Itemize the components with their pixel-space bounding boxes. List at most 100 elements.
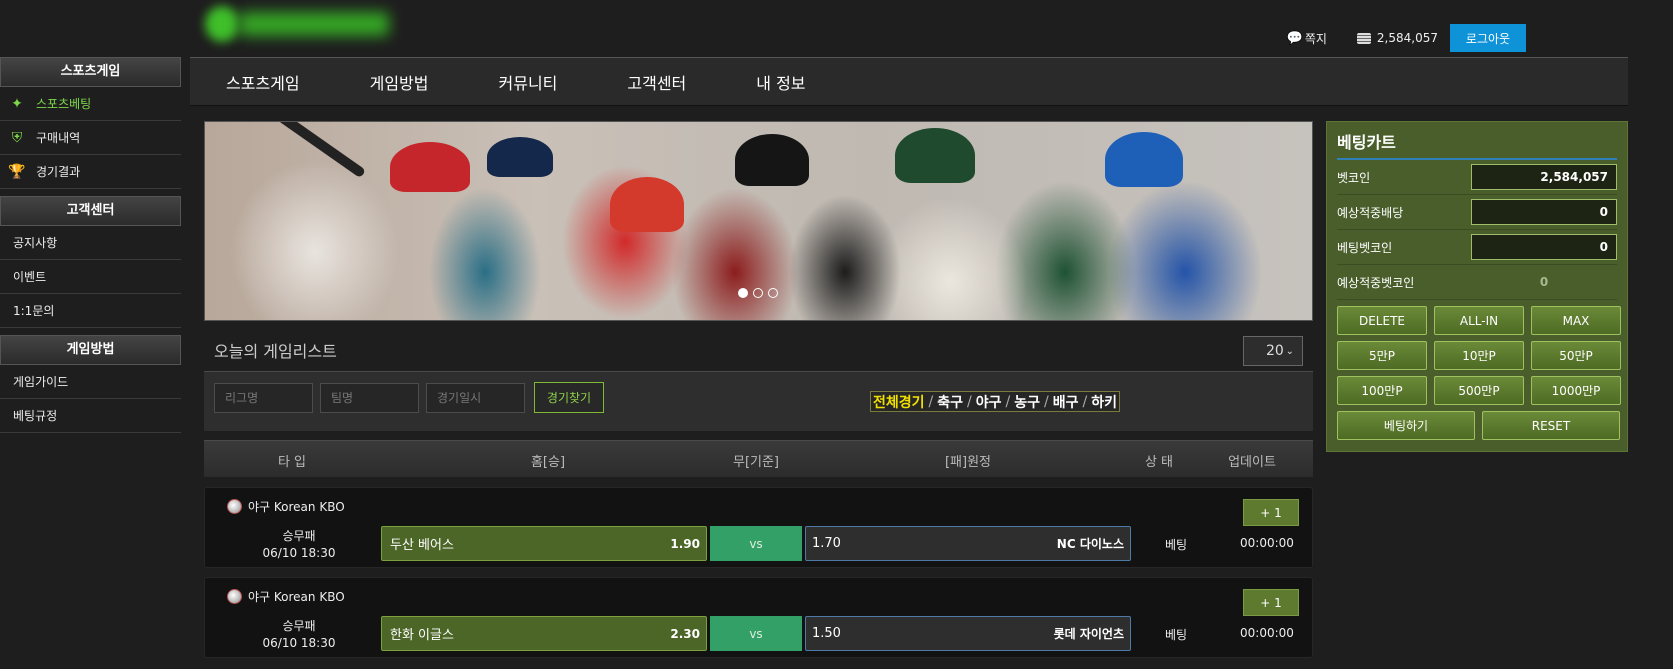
sidebar-item-label: 스포츠베팅 (36, 97, 92, 111)
cap-shape (487, 137, 553, 177)
message-icon: 💬 (1286, 30, 1303, 46)
column-update: 업데이트 (1228, 455, 1276, 470)
helmet-shape (610, 177, 684, 232)
cart-title: 베팅카트 (1337, 122, 1617, 160)
delete-button[interactable]: DELETE (1337, 306, 1427, 335)
category-filter: 전체경기 / 축구 / 야구 / 농구 / 배구 / 하키 (870, 391, 1120, 412)
search-button[interactable]: 경기찾기 (534, 382, 604, 413)
draw-button[interactable]: vs (710, 616, 802, 651)
more-markets-button[interactable]: + 1 (1243, 499, 1299, 526)
all-in-button[interactable]: ALL-IN (1434, 306, 1524, 335)
page-size-select[interactable]: 20 ⌄ (1243, 336, 1303, 366)
reset-button[interactable]: RESET (1482, 411, 1620, 440)
sidebar-item-event[interactable]: 이벤트 (0, 260, 181, 294)
away-odds: 1.50 (812, 626, 841, 641)
sidebar-item-sports-betting[interactable]: ✦ 스포츠베팅 (0, 87, 181, 121)
category-hockey[interactable]: 하키 (1091, 392, 1117, 412)
cart-expected-win-value: 0 (1539, 275, 1549, 289)
sidebar-item-rules[interactable]: 베팅규정 (0, 399, 181, 433)
cart-row-expected-win: 예상적중벳코인 0 (1337, 265, 1617, 300)
home-odds: 1.90 (670, 536, 700, 551)
cart-bet-amount-input[interactable]: 0 (1471, 234, 1617, 260)
category-baseball[interactable]: 야구 (976, 392, 1002, 412)
nav-community[interactable]: 커뮤니티 (464, 70, 593, 94)
match-league: 야구 Korean KBO (227, 498, 345, 515)
sidebar-item-notice[interactable]: 공지사항 (0, 226, 181, 260)
column-draw: 무[기준] (732, 455, 780, 470)
match-update: 00:00:00 (1240, 536, 1294, 550)
home-odds: 2.30 (670, 626, 700, 641)
league-label: 야구 Korean KBO (248, 500, 345, 514)
sidebar-item-guide[interactable]: 게임가이드 (0, 365, 181, 399)
sidebar-item-purchase-history[interactable]: ⛨ 구매내역 (0, 121, 181, 155)
trophy-icon: 🏆 (8, 163, 26, 180)
cart-label: 베팅벳코인 (1337, 240, 1393, 255)
match-row: 야구 Korean KBO + 1 승무패 06/10 18:30 한화 이글스… (204, 577, 1313, 658)
nav-game-guide[interactable]: 게임방법 (335, 70, 464, 94)
away-odds-button[interactable]: 1.50 롯데 자이언츠 (805, 616, 1131, 651)
category-all[interactable]: 전체경기 (873, 392, 925, 412)
helmet-shape (1105, 132, 1183, 187)
add-500man-button[interactable]: 500만P (1434, 376, 1524, 405)
message-label: 쪽지 (1304, 31, 1327, 46)
match-update: 00:00:00 (1240, 626, 1294, 640)
match-datetime: 06/10 18:30 (262, 546, 336, 560)
betting-cart: 베팅카트 벳코인 2,584,057 예상적중배당 0 베팅벳코인 0 예상적중… (1326, 121, 1628, 452)
add-1000man-button[interactable]: 1000만P (1531, 376, 1621, 405)
add-100man-button[interactable]: 100만P (1337, 376, 1427, 405)
match-status: 베팅 (1165, 538, 1188, 552)
max-button[interactable]: MAX (1531, 306, 1621, 335)
add-10man-button[interactable]: 10만P (1434, 341, 1524, 370)
promo-banner[interactable] (204, 121, 1313, 321)
logout-button[interactable]: 로그아웃 (1450, 24, 1526, 52)
category-soccer[interactable]: 축구 (937, 392, 963, 412)
place-bet-button[interactable]: 베팅하기 (1337, 411, 1475, 440)
balance-value: 2,584,057 (1376, 31, 1438, 45)
cart-label: 예상적중벳코인 (1337, 275, 1415, 290)
team-input[interactable]: 팀명 (320, 383, 419, 413)
home-team: 한화 이글스 (390, 628, 454, 643)
column-status: 상 태 (1144, 455, 1174, 470)
sidebar-item-label: 구매내역 (36, 131, 81, 145)
category-volleyball[interactable]: 배구 (1053, 392, 1079, 412)
page-size-value: 20 (1266, 343, 1284, 359)
cart-row-expected-odds: 예상적중배당 0 (1337, 195, 1617, 230)
date-input[interactable]: 경기일시 (426, 383, 525, 413)
league-label: 야구 Korean KBO (248, 590, 345, 604)
baseball-icon (227, 499, 242, 514)
column-type: 타 입 (277, 455, 307, 470)
away-odds-button[interactable]: 1.70 NC 다이노스 (805, 526, 1131, 561)
carousel-dot[interactable] (753, 288, 763, 298)
more-markets-button[interactable]: + 1 (1243, 589, 1299, 616)
nav-customer-center[interactable]: 고객센터 (592, 70, 721, 94)
site-logo[interactable] (203, 2, 393, 46)
cart-action-buttons: 베팅하기 RESET (1337, 411, 1620, 440)
sidebar-item-inquiry[interactable]: 1:1문의 (0, 294, 181, 328)
message-link[interactable]: 💬 쪽지 (1287, 30, 1327, 47)
sidebar-item-results[interactable]: 🏆 경기결과 (0, 155, 181, 189)
match-type: 승무패 06/10 18:30 (209, 618, 389, 652)
league-input[interactable]: 리그명 (214, 383, 313, 413)
table-header: 타 입 홈[승] 무[기준] [패]원정 상 태 업데이트 (204, 440, 1313, 477)
away-team: 롯데 자이언츠 (1053, 627, 1124, 641)
nav-my-info[interactable]: 내 정보 (721, 70, 840, 94)
cart-amount-buttons: DELETE ALL-IN MAX 5만P 10만P 50만P 100만P 50… (1337, 306, 1621, 405)
nav-sports-game[interactable]: 스포츠게임 (190, 70, 335, 94)
draw-button[interactable]: vs (710, 526, 802, 561)
home-odds-button[interactable]: 두산 베어스 1.90 (381, 526, 707, 561)
balance: 2,584,057 (1356, 31, 1438, 45)
carousel-dot[interactable] (738, 288, 748, 298)
match-status: 베팅 (1165, 628, 1188, 642)
add-5man-button[interactable]: 5만P (1337, 341, 1427, 370)
sidebar-section-title: 게임방법 (0, 335, 181, 365)
away-team: NC 다이노스 (1056, 537, 1124, 551)
home-odds-button[interactable]: 한화 이글스 2.30 (381, 616, 707, 651)
cart-icon: ⛨ (11, 129, 23, 146)
carousel-dot[interactable] (768, 288, 778, 298)
carousel-dots (738, 288, 778, 298)
category-basketball[interactable]: 농구 (1014, 392, 1040, 412)
add-50man-button[interactable]: 50만P (1531, 341, 1621, 370)
column-away: [패]원정 (944, 455, 992, 470)
away-odds: 1.70 (812, 536, 841, 551)
cart-balance-value: 2,584,057 (1471, 164, 1617, 190)
